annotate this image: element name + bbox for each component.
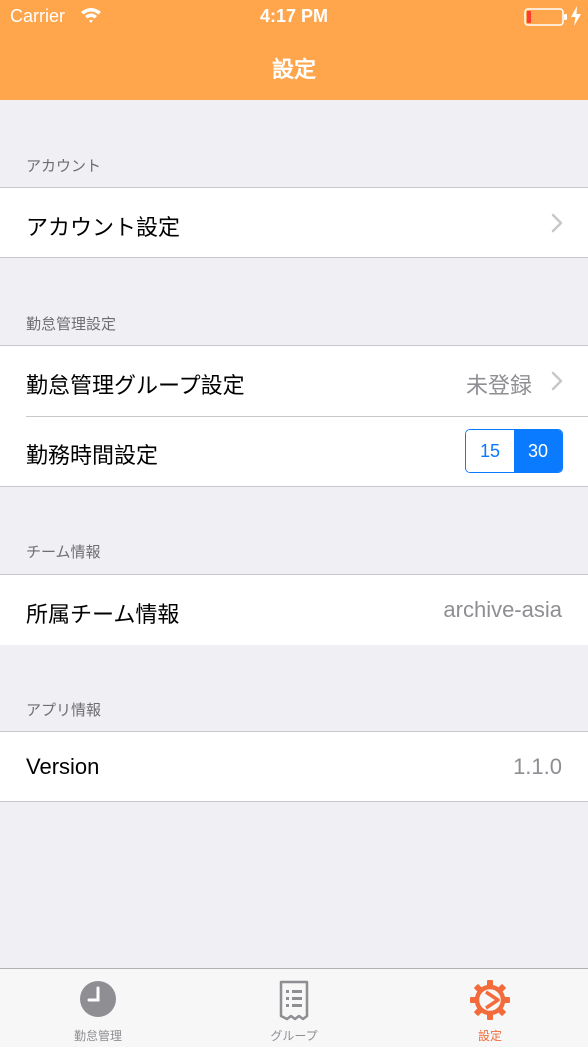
tab-label: 設定 <box>477 1029 502 1043</box>
battery-icon <box>524 8 568 31</box>
clock-icon <box>78 979 118 1024</box>
segment-30[interactable]: 30 <box>514 430 562 472</box>
chevron-right-icon <box>551 371 563 396</box>
row-value: 1.1.0 <box>513 754 562 779</box>
account-settings-row[interactable]: アカウント設定 <box>0 188 588 258</box>
row-label: アカウント設定 <box>26 215 181 240</box>
section-header-attendance: 勤怠管理設定 <box>26 316 117 333</box>
tab-attendance[interactable]: 勤怠管理 <box>0 969 196 1047</box>
tab-settings[interactable]: 設定 <box>392 969 588 1047</box>
tab-label: 勤怠管理 <box>73 1029 122 1043</box>
chevron-right-icon <box>551 213 563 238</box>
tab-label: グループ <box>270 1029 318 1043</box>
app-group: Version 1.1.0 <box>0 731 588 802</box>
attendance-group: 勤怠管理グループ設定 未登録 勤務時間設定 15 30 <box>0 345 588 487</box>
team-info-row: 所属チーム情報 archive-asia <box>0 575 588 645</box>
charging-bolt-icon <box>571 6 581 31</box>
section-header-team: チーム情報 <box>26 544 101 561</box>
work-time-segmented-control: 15 30 <box>465 429 563 473</box>
row-label: Version <box>26 754 100 779</box>
row-label: 勤怠管理グループ設定 <box>26 373 245 398</box>
row-label: 所属チーム情報 <box>26 602 180 627</box>
section-header-account: アカウント <box>26 158 102 175</box>
section-header-app: アプリ情報 <box>26 702 102 719</box>
gear-icon <box>469 979 511 1026</box>
page-title: 設定 <box>271 57 316 82</box>
tab-group[interactable]: グループ <box>196 969 392 1047</box>
navigation-header: Carrier 4:17 PM 設定 <box>0 0 588 100</box>
document-list-icon <box>274 979 314 1026</box>
team-group: 所属チーム情報 archive-asia <box>0 574 588 645</box>
row-value: archive-asia <box>443 597 562 622</box>
row-label: 勤務時間設定 <box>26 443 159 468</box>
version-row: Version 1.1.0 <box>0 732 588 802</box>
tab-bar: 勤怠管理 グループ 設定 <box>0 968 588 1047</box>
row-value: 未登録 <box>465 373 532 398</box>
status-time: 4:17 PM <box>259 6 329 26</box>
work-time-settings-row: 勤務時間設定 15 30 <box>0 416 588 486</box>
attendance-group-settings-row[interactable]: 勤怠管理グループ設定 未登録 <box>0 346 588 416</box>
account-group: アカウント設定 <box>0 187 588 258</box>
status-bar: Carrier 4:17 PM <box>0 0 588 34</box>
segment-15[interactable]: 15 <box>466 430 514 472</box>
